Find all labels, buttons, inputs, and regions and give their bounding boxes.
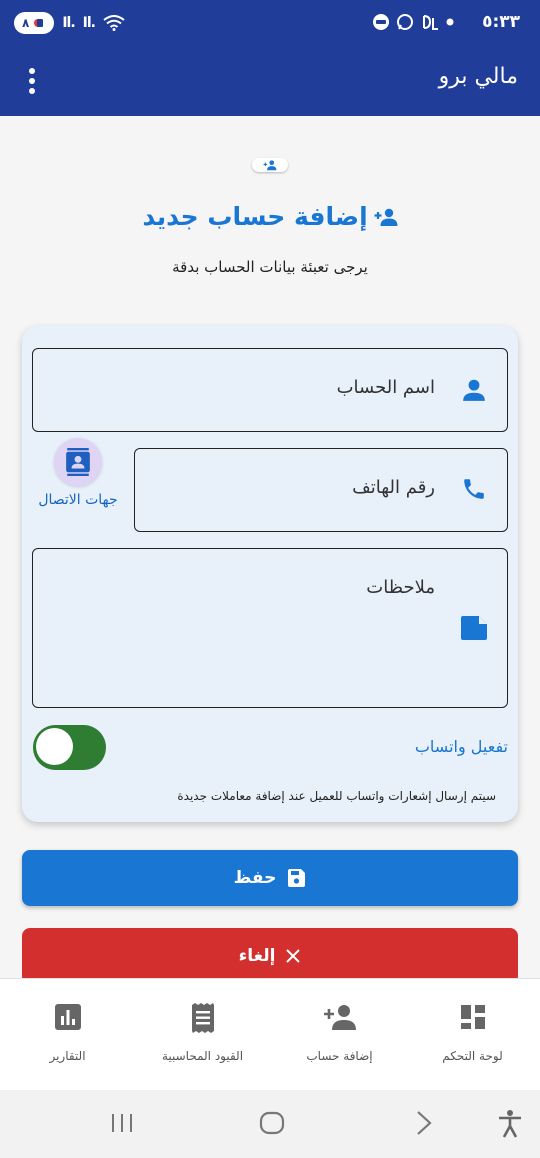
person-icon [463, 379, 485, 401]
wifi-icon [103, 15, 125, 31]
nav-item-dashboard[interactable]: لوحة التحكم [405, 979, 540, 1091]
nav-item-reports[interactable]: التقارير [0, 979, 135, 1091]
contacts-label: جهات الاتصال [38, 492, 118, 508]
contacts-circle [54, 438, 102, 486]
page-title: إضافة حساب جديد [142, 202, 368, 231]
nav-label-journal: القيود المحاسبية [161, 1049, 244, 1063]
save-icon [288, 869, 306, 887]
nav-label-add-account: إضافة حساب [306, 1049, 373, 1063]
status-bar: ٨ Il. Il. ٥:٣٣ [0, 0, 540, 46]
signal-icon: Il. [62, 15, 75, 31]
save-label: حفظ [233, 868, 277, 888]
notes-field[interactable]: ملاحظات [32, 548, 508, 708]
bottom-navigation: لوحة التحكم إضافة حساب القيود المحاسبية … [0, 978, 540, 1090]
system-navigation-bar [0, 1090, 540, 1158]
notes-label: ملاحظات [366, 577, 435, 598]
phone-field[interactable]: رقم الهاتف [134, 448, 508, 532]
recent-apps-icon[interactable] [110, 1108, 134, 1138]
person-add-icon [374, 208, 398, 226]
cancel-button[interactable]: إلغاء [22, 928, 518, 978]
main-content: إضافة حساب جديد يرجى تعبئة بيانات الحساب… [0, 116, 540, 978]
signal-icon-2: Il. [82, 15, 96, 31]
app-bar: مالي برو [0, 46, 540, 116]
battery-indicator: ٨ [14, 12, 55, 34]
whatsapp-toggle-label: تفعيل واتساب [414, 737, 508, 756]
contacts-icon [66, 448, 90, 476]
accessibility-icon[interactable] [496, 1108, 524, 1138]
nav-label-reports: التقارير [49, 1049, 86, 1063]
nav-item-journal[interactable]: القيود المحاسبية [135, 979, 270, 1091]
app-title: مالي برو [438, 64, 518, 89]
save-button[interactable]: حفظ [22, 850, 518, 906]
note-icon [461, 616, 487, 640]
account-form-card: اسم الحساب جهات الاتصال رقم الهاتف ملاحظ… [22, 326, 518, 822]
battery-icon [34, 19, 44, 27]
back-icon[interactable] [412, 1108, 436, 1138]
whatsapp-status-icon [397, 14, 413, 30]
nav-item-add-account[interactable]: إضافة حساب [272, 979, 407, 1091]
notification-icon [373, 14, 389, 30]
reports-icon [54, 1004, 81, 1030]
status-left-icons: ٨ Il. Il. [14, 12, 125, 34]
contacts-button[interactable]: جهات الاتصال [26, 438, 130, 508]
status-right-icons [372, 13, 454, 31]
nav-label-dashboard: لوحة التحكم [442, 1049, 503, 1063]
app-status-icon [423, 15, 438, 30]
home-icon[interactable] [258, 1108, 286, 1138]
phone-label: رقم الهاتف [352, 477, 435, 498]
header-chip [252, 158, 288, 172]
cancel-label: إلغاء [238, 946, 276, 966]
battery-level: ٨ [22, 16, 30, 30]
whatsapp-note: سيتم إرسال إشعارات واتساب للعميل عند إضا… [177, 789, 496, 803]
account-name-label: اسم الحساب [336, 377, 435, 398]
more-options-icon[interactable] [22, 66, 42, 96]
page-subtitle: يرجى تعبئة بيانات الحساب بدقة [172, 258, 368, 276]
page-heading: إضافة حساب جديد [0, 202, 540, 231]
toggle-knob [36, 728, 73, 765]
dot-icon [446, 18, 454, 26]
dashboard-icon [460, 1005, 485, 1029]
person-add-icon [323, 1005, 356, 1030]
account-name-field[interactable]: اسم الحساب [32, 348, 508, 432]
receipt-icon [191, 1003, 214, 1033]
person-add-icon [263, 160, 277, 171]
status-time: ٥:٣٣ [482, 12, 520, 32]
close-icon [286, 949, 301, 963]
phone-icon [464, 479, 484, 499]
whatsapp-toggle[interactable] [33, 725, 106, 770]
